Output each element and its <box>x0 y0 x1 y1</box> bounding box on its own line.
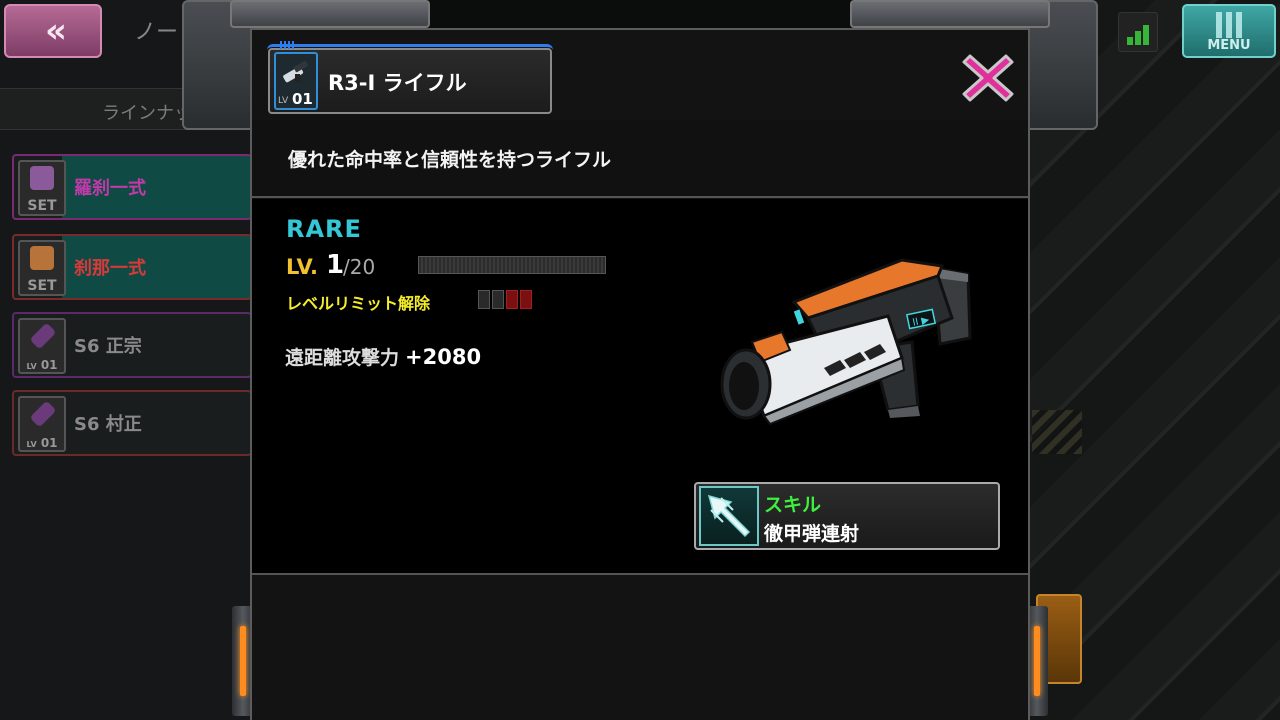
limit-pip <box>478 290 490 309</box>
character-icon <box>30 166 54 190</box>
character-icon <box>30 246 54 270</box>
lv-label: LV <box>26 440 37 449</box>
item-description: 優れた命中率と信頼性を持つライフル <box>288 149 612 171</box>
sidebar-item-set-1[interactable]: SET 羅刹一式 <box>12 154 252 220</box>
tab-label[interactable]: ノー <box>134 14 178 46</box>
stat-label: 遠距離攻撃力 <box>285 347 400 369</box>
sidebar-item-label: 刹那一式 <box>74 258 146 279</box>
ranged-attack-stat: 遠距離攻撃力 +2080 <box>285 343 481 370</box>
limit-break-pips <box>478 290 532 309</box>
frame-top-cap-right <box>850 0 1050 28</box>
lv-value: 01 <box>40 436 58 450</box>
stat-value: +2080 <box>405 345 482 369</box>
set-badge: SET <box>27 198 57 214</box>
menu-button[interactable]: MENU <box>1182 4 1276 58</box>
sword-icon <box>29 400 57 428</box>
sidebar-item-label: S6 村正 <box>74 414 142 435</box>
limit-pip <box>520 290 532 309</box>
sidebar-item-set-2[interactable]: SET 刹那一式 <box>12 234 252 300</box>
double-chevron-left-icon: « <box>45 11 67 51</box>
signal-strength-icon <box>1118 12 1158 52</box>
menu-label: MENU <box>1207 38 1251 53</box>
rifle-icon <box>283 60 309 83</box>
level-label: LV. <box>286 255 319 279</box>
sidebar-item-label: 羅刹一式 <box>74 178 146 199</box>
level-max: /20 <box>343 255 376 279</box>
piercing-shot-icon <box>707 494 751 538</box>
frame-top-cap-left <box>230 0 430 28</box>
close-x-icon[interactable] <box>960 50 1016 106</box>
item-title: R3-I ライフル <box>328 71 467 95</box>
set-thumbnail: SET <box>18 240 66 296</box>
sidebar-item-weapon-1[interactable]: LV 01 S6 正宗 <box>12 312 252 378</box>
limit-pip <box>492 290 504 309</box>
rarity-label: RARE <box>286 215 362 243</box>
skill-icon-box <box>699 486 759 546</box>
skill-name: 徹甲弾連射 <box>764 523 860 545</box>
set-badge: SET <box>27 278 57 294</box>
hazard-stripes <box>1032 410 1082 454</box>
modal-footer-area <box>252 577 1028 720</box>
sidebar-item-label: S6 正宗 <box>74 336 142 357</box>
sidebar-item-weapon-2[interactable]: LV 01 S6 村正 <box>12 390 252 456</box>
rifle-illustration: II ▶ <box>720 258 972 426</box>
weapon-thumbnail: LV 01 <box>18 318 66 374</box>
limit-break-label: レベルリミット解除 <box>286 294 431 313</box>
weapon-thumbnail: LV 01 <box>18 396 66 452</box>
item-lv-label: LV <box>278 96 289 106</box>
grid-icon <box>1216 12 1244 38</box>
set-thumbnail: SET <box>18 160 66 216</box>
item-icon-box: LV 01 <box>274 52 318 110</box>
exp-progress-bar <box>418 256 606 274</box>
lv-value: 01 <box>40 358 58 372</box>
back-button[interactable]: « <box>4 4 102 58</box>
level-current: 1 <box>326 250 345 280</box>
item-lv-value: 01 <box>292 90 313 108</box>
lv-label: LV <box>26 362 37 371</box>
skill-label: スキル <box>764 494 822 516</box>
limit-pip <box>506 290 518 309</box>
sword-icon <box>29 322 57 350</box>
